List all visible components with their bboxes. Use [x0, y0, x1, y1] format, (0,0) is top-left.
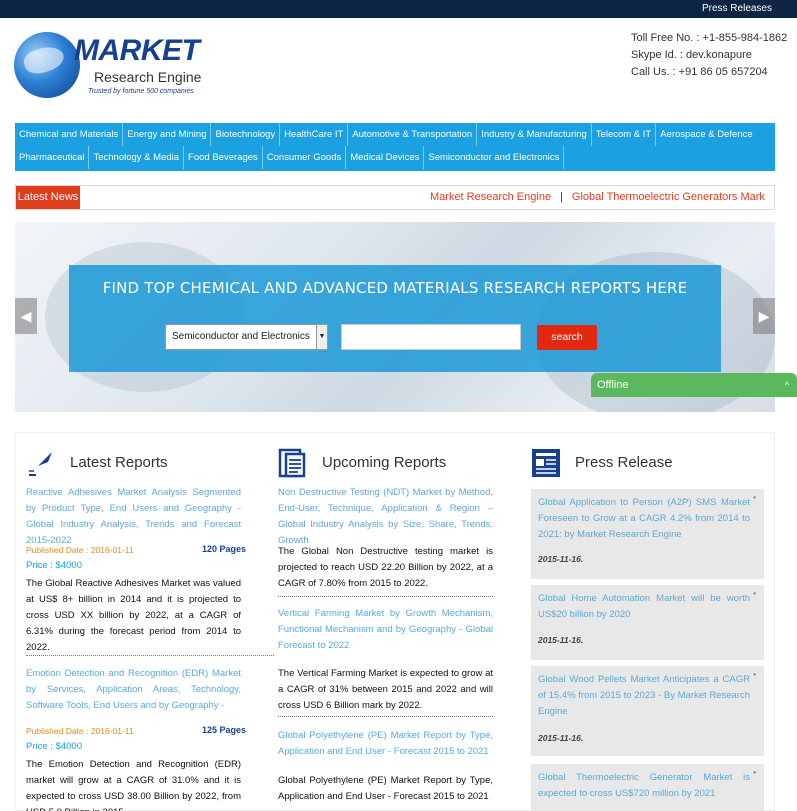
- nav-item-telecom-it[interactable]: Telecom & IT: [592, 123, 657, 146]
- nav-item-energy-mining[interactable]: Energy and Mining: [123, 123, 212, 146]
- upcoming-report-title-link[interactable]: Non Destructive Testing (NDT) Market by …: [278, 485, 493, 549]
- chevron-up-icon[interactable]: ^: [785, 373, 789, 397]
- slider-prev-arrow-icon[interactable]: ◀: [15, 298, 37, 334]
- nav-item-healthcare-it[interactable]: HealthCare IT: [280, 123, 349, 146]
- upcoming-report-title-link[interactable]: Global Polyethylene (PE) Market Report b…: [278, 728, 493, 760]
- report-description: The Emotion Detection and Recognition (E…: [26, 759, 241, 811]
- nav-item-biotechnology[interactable]: Biotechnology: [211, 123, 281, 146]
- search-input[interactable]: [341, 324, 521, 350]
- nav-item-chemical-materials[interactable]: Chemical and Materials: [15, 123, 124, 146]
- news-item-thermoelectric[interactable]: Global Thermoelectric Generators Mark: [572, 191, 765, 203]
- press-release-date: 2015-11-16.: [538, 635, 584, 645]
- press-release-card[interactable]: • Global Thermoelectric Generator Market…: [531, 761, 764, 811]
- upcoming-report-description: The Global Non Destructive testing marke…: [278, 546, 493, 589]
- press-release-card[interactable]: • Global Wood Pellets Market Anticipates…: [531, 663, 764, 756]
- contact-info: Toll Free No. : +1-855-984-1862 Skype Id…: [631, 30, 787, 81]
- top-bar: Press Releases: [0, 0, 797, 18]
- upcoming-report-title-link[interactable]: Vertical Farming Market by Growth Mechan…: [278, 606, 493, 654]
- slider-next-arrow-icon[interactable]: ▶: [753, 298, 775, 334]
- newspaper-icon: [532, 449, 560, 477]
- hero-headline: FIND TOP CHEMICAL AND ADVANCED MATERIALS…: [102, 279, 688, 297]
- news-ticker: Market Research Engine | Global Thermoelec…: [430, 191, 765, 203]
- press-release-title-link[interactable]: Global Thermoelectric Generator Market i…: [538, 770, 750, 802]
- logo-word-market: MARKET: [74, 34, 200, 67]
- report-divider: [26, 655, 274, 656]
- chat-widget-offline[interactable]: Offline ^: [591, 373, 797, 397]
- latest-reports-header: Latest Reports: [26, 448, 266, 478]
- nav-item-pharmaceutical[interactable]: Pharmaceutical: [15, 146, 90, 169]
- report-price: Price : $4000: [26, 741, 82, 752]
- press-release-title: Press Release: [575, 454, 673, 471]
- logo-word-research-engine: Research Engine: [94, 69, 202, 85]
- nav-item-food-beverages[interactable]: Food Beverages: [184, 146, 263, 169]
- press-release-title-link[interactable]: Global Home Automation Market will be wo…: [538, 591, 750, 623]
- globe-icon: [14, 32, 80, 98]
- bullet-icon: •: [753, 589, 756, 598]
- press-release-title-link[interactable]: Global Application to Person (A2P) SMS M…: [538, 495, 750, 543]
- nav-item-industry-manufacturing[interactable]: Industry & Manufacturing: [477, 123, 592, 146]
- upcoming-reports-header: Upcoming Reports: [278, 448, 518, 478]
- nav-item-semiconductor-electronics[interactable]: Semiconductor and Electronics: [424, 146, 565, 169]
- category-nav: Chemical and Materials Energy and Mining…: [15, 123, 775, 171]
- skype-id: Skype Id. : dev.konapure: [631, 49, 752, 61]
- report-pages: 120 Pages: [201, 544, 246, 554]
- press-releases-link[interactable]: Press Releases: [702, 3, 772, 14]
- upcoming-report-description: Global Polyethylene (PE) Market Report b…: [278, 775, 493, 802]
- press-release-title-link[interactable]: Global Wood Pellets Market Anticipates a…: [538, 672, 750, 720]
- news-item-market-research-engine[interactable]: Market Research Engine: [430, 191, 551, 203]
- report-price: Price : $4000: [26, 560, 82, 571]
- bullet-icon: •: [753, 670, 756, 679]
- hero-search-panel: FIND TOP CHEMICAL AND ADVANCED MATERIALS…: [69, 265, 721, 372]
- logo-tagline: Trusted by fortune 500 companies: [88, 88, 194, 95]
- news-separator: |: [560, 191, 563, 203]
- toll-free-number: Toll Free No. : +1-855-984-1862: [631, 32, 788, 44]
- site-logo[interactable]: MARKET Research Engine Trusted by fortun…: [14, 28, 204, 108]
- upcoming-reports-title: Upcoming Reports: [322, 454, 447, 471]
- report-title-link[interactable]: Reactive Adhesives Market Analysis Segme…: [26, 485, 241, 549]
- bullet-icon: •: [753, 768, 756, 777]
- nav-item-medical-devices[interactable]: Medical Devices: [346, 146, 425, 169]
- press-release-card[interactable]: • Global Application to Person (A2P) SMS…: [531, 486, 764, 579]
- press-release-date: 2015-11-16.: [538, 733, 584, 743]
- nav-item-aerospace-defence[interactable]: Aerospace & Defence: [656, 123, 756, 146]
- report-pages: 125 Pages: [201, 725, 246, 735]
- latest-news-bar: Latest News Market Research Engine | Globa…: [15, 185, 775, 210]
- call-us-number: Call Us. : +91 86 05 657204: [631, 66, 768, 78]
- upcoming-report-description: The Vertical Farming Market is expected …: [278, 668, 493, 711]
- report-divider: [278, 596, 493, 597]
- nav-item-technology-media[interactable]: Technology & Media: [89, 146, 185, 169]
- category-select[interactable]: Semiconductor and Electronics ▼: [165, 324, 328, 350]
- nav-item-consumer-goods[interactable]: Consumer Goods: [263, 146, 347, 169]
- chevron-down-icon: ▼: [316, 325, 327, 349]
- nav-item-automotive-transportation[interactable]: Automotive & Transportation: [348, 123, 478, 146]
- chat-status: Offline: [597, 379, 629, 391]
- latest-reports-title: Latest Reports: [70, 454, 168, 471]
- press-release-header: Press Release: [531, 448, 771, 478]
- latest-news-label: Latest News: [16, 186, 80, 209]
- press-release-card[interactable]: • Global Home Automation Market will be …: [531, 582, 764, 660]
- content-area: Latest Reports Reactive Adhesives Market…: [15, 432, 775, 811]
- nav-row-1: Chemical and Materials Energy and Mining…: [15, 123, 757, 146]
- report-published-date: Published Date : 2016-01-11: [26, 545, 134, 555]
- press-release-date: 2015-11-16.: [538, 554, 584, 564]
- report-description: The Global Reactive Adhesives Market was…: [26, 578, 241, 653]
- report-title-link[interactable]: Emotion Detection and Recognition (EDR) …: [26, 666, 241, 714]
- document-icon: [278, 448, 306, 478]
- category-select-value: Semiconductor and Electronics: [172, 331, 310, 342]
- report-published-date: Published Date : 2016-01-11: [26, 726, 134, 736]
- nav-row-2: Pharmaceutical Technology & Media Food B…: [15, 146, 565, 169]
- bullet-icon: •: [753, 493, 756, 502]
- report-divider: [278, 716, 493, 717]
- quill-pen-icon: [29, 452, 52, 476]
- search-button[interactable]: search: [537, 325, 597, 350]
